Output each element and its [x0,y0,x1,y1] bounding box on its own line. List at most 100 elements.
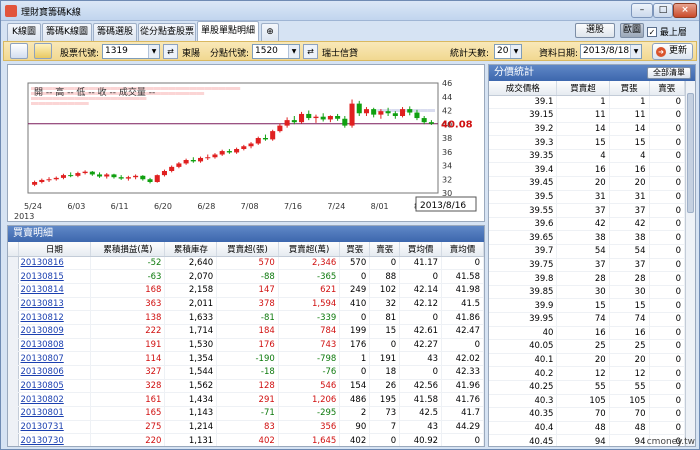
table-row[interactable]: 20130805 328 1,562 128 546 154 26 42.56 41.96 [8,379,484,394]
open-folder-icon[interactable] [34,43,52,59]
column-header[interactable]: 日期 [18,242,92,257]
row-header[interactable] [8,379,19,394]
row-header[interactable] [8,420,19,435]
close-button[interactable]: × [673,3,697,18]
table-row[interactable]: 39.35 4 4 0 [489,149,685,164]
row-header[interactable] [8,433,19,446]
column-header[interactable]: 買張 [339,242,371,257]
date-link[interactable]: 20130805 [18,379,92,394]
table-row[interactable]: 20130812 138 1,633 -81 -339 0 81 0 41.86 [8,310,484,325]
column-header[interactable]: 買賣超(萬) [278,242,341,257]
table-row[interactable]: 20130806 327 1,544 -18 -76 0 18 0 42.33 [8,365,484,380]
row-header[interactable] [8,351,19,366]
table-row[interactable]: 39.1 1 1 0 [489,95,685,110]
tab-chip-screen[interactable]: 籌碼選股 [93,23,137,41]
column-header[interactable]: 賣張 [369,242,401,257]
table-row[interactable]: 39.6 42 42 0 [489,217,685,232]
chevron-down-icon[interactable]: ▼ [510,45,521,58]
row-header[interactable] [8,310,19,325]
date-link[interactable]: 20130801 [18,406,92,421]
row-header[interactable] [8,338,19,353]
table-row[interactable]: 39.3 15 15 0 [489,135,685,150]
table-row[interactable]: 39.85 30 30 0 [489,285,685,300]
select-stock-button[interactable]: 選股 [575,23,615,38]
table-row[interactable]: 20130731 275 1,214 83 356 90 7 43 44.29 [8,420,484,435]
table-row[interactable]: 20130807 114 1,354 -190 -798 1 191 43 42.02 [8,351,484,366]
table-row[interactable]: 40.2 12 12 0 [489,366,685,381]
save-icon[interactable] [10,43,28,59]
table-row[interactable]: 39.9 15 15 0 [489,298,685,313]
tab-kline[interactable]: K線圖 [7,23,41,41]
table-row[interactable]: 39.7 54 54 0 [489,244,685,259]
table-row[interactable]: 39.15 11 11 0 [489,108,685,123]
date-link[interactable]: 20130731 [18,420,92,435]
tab-branch-search[interactable]: 從分點查股票 [138,23,196,41]
chevron-down-icon[interactable]: ▼ [148,45,159,58]
tab-single-detail[interactable]: 單股單點明細 [197,21,259,41]
table-row[interactable]: 39.4 16 16 0 [489,162,685,178]
table-row[interactable]: 40.4 48 48 0 [489,421,685,436]
column-header[interactable]: 買均價 [399,242,443,257]
row-header[interactable] [8,365,19,380]
chevron-down-icon[interactable]: ▼ [630,45,641,58]
row-header[interactable] [8,256,19,271]
stock-code-input[interactable]: 1319 ▼ [102,44,160,59]
table-row[interactable]: 20130809 222 1,714 184 784 199 15 42.61 42.47 [8,324,484,339]
date-link[interactable]: 20130809 [18,324,92,339]
table-row[interactable]: 40.25 55 55 0 [489,380,685,395]
table-row[interactable]: 39.45 20 20 0 [489,176,685,191]
row-header[interactable] [8,324,19,339]
column-header[interactable]: 買賣超(張) [216,242,279,257]
column-header[interactable]: 累積損益(萬) [90,242,166,257]
column-header[interactable]: 成交價格 [489,81,558,96]
data-date-picker[interactable]: 2013/8/18 ▼ [580,44,642,59]
row-header[interactable] [8,406,19,421]
table-row[interactable]: 40.3 105 105 0 [489,394,685,409]
table-row[interactable]: 20130802 161 1,434 291 1,206 486 195 41.58 41.76 [8,392,484,408]
row-header[interactable] [8,392,19,408]
show-all-button[interactable]: 全部清單 [647,67,691,79]
row-header[interactable] [8,297,19,312]
chevron-down-icon[interactable]: ▼ [288,45,299,58]
date-link[interactable]: 20130730 [18,433,92,446]
table-row[interactable]: 39.95 74 74 0 [489,312,685,327]
table-row[interactable]: 20130813 363 2,011 378 1,594 410 32 42.12 41.5 [8,297,484,312]
date-link[interactable]: 20130815 [18,269,92,284]
table-row[interactable]: 20130814 168 2,158 147 621 249 102 42.14 41.98 [8,283,484,298]
table-row[interactable]: 20130801 165 1,143 -71 -295 2 73 42.5 41.7 [8,406,484,421]
maximize-button[interactable]: □ [653,3,673,18]
date-link[interactable]: 20130813 [18,297,92,312]
date-link[interactable]: 20130816 [18,256,92,271]
table-row[interactable]: 20130815 -63 2,070 -88 -365 0 88 0 41.58 [8,269,484,284]
branch-picker-icon[interactable]: ⇄ [303,44,318,59]
table-row[interactable]: 39.65 38 38 0 [489,230,685,246]
minimize-button[interactable]: – [631,3,653,18]
table-row[interactable]: 40.05 25 25 0 [489,339,685,354]
table-row[interactable]: 20130808 191 1,530 176 743 176 0 42.27 0 [8,338,484,353]
table-row[interactable]: 40.35 70 70 0 [489,407,685,422]
row-header[interactable] [8,283,19,298]
new-tab-icon[interactable]: ⊕ [261,23,279,41]
stat-days-select[interactable]: 20 ▼ [494,44,522,59]
dark-mode-button[interactable]: 歐圖 [620,23,644,38]
date-link[interactable]: 20130802 [18,392,92,408]
date-link[interactable]: 20130814 [18,283,92,298]
tab-chip-kline[interactable]: 籌碼K線圖 [42,23,92,41]
table-row[interactable]: 39.2 14 14 0 [489,122,685,137]
branch-code-input[interactable]: 1520 ▼ [252,44,300,59]
table-row[interactable]: 39.8 28 28 0 [489,271,685,286]
table-row[interactable]: 39.5 31 31 0 [489,190,685,205]
date-link[interactable]: 20130808 [18,338,92,353]
table-row[interactable]: 39.75 37 37 0 [489,258,685,273]
table-row[interactable]: 20130730 220 1,131 402 1,645 402 0 40.92 0 [8,433,484,446]
table-row[interactable]: 20130816 -52 2,640 570 2,346 570 0 41.17 0 [8,256,484,271]
column-header[interactable]: 買賣超 [556,81,610,96]
table-row[interactable]: 40 16 16 0 [489,326,685,341]
scroll-thumb[interactable] [687,93,694,213]
stock-picker-icon[interactable]: ⇄ [163,44,178,59]
column-header[interactable]: 賣均價 [441,242,484,257]
date-link[interactable]: 20130807 [18,351,92,366]
column-header[interactable]: 買張 [609,81,650,96]
topmost-checkbox[interactable]: ✓ 最上層 [647,25,687,38]
table-row[interactable]: 40.1 20 20 0 [489,353,685,368]
